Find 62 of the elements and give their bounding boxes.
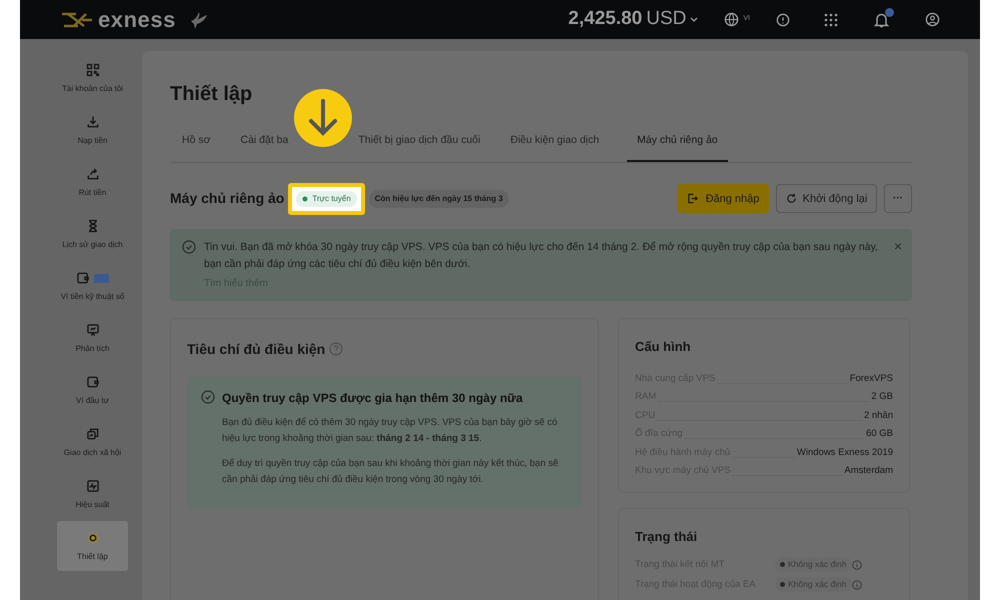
- tab[interactable]: Máy chủ riêng ảo: [627, 133, 728, 162]
- sidebar-item[interactable]: Thiết lập: [57, 521, 128, 571]
- validity-badge: Còn hiệu lực đến ngày 15 tháng 3: [368, 190, 509, 208]
- spec-value: Windows Exness 2019: [796, 446, 893, 460]
- spec-value: ForexVPS: [850, 372, 893, 386]
- notice-paragraph: Để duy trì quyền truy cập của bạn sau khi khoảng thời gian này kết thúc, bạn sẽ cần phải đáp ứng tiêu chí đủ điều kiện trong vòng 30 ngày tới.: [222, 456, 560, 487]
- sidebar-item[interactable]: Lịch sử giao dịch: [57, 209, 128, 259]
- check-circle-icon: [182, 240, 196, 254]
- bell-icon[interactable]: [874, 12, 889, 28]
- status-dot-icon: [780, 582, 785, 588]
- chart-icon: [86, 479, 100, 493]
- globe-icon[interactable]: [724, 12, 740, 27]
- spec-value: 2 nhân: [864, 408, 893, 422]
- copy-icon: [86, 427, 100, 441]
- wallet-icon: [86, 375, 100, 389]
- login-button[interactable]: Đăng nhập: [677, 184, 769, 214]
- download-icon: [86, 115, 100, 129]
- notice-paragraph: Bạn đủ điều kiện để có thêm 30 ngày truy cập VPS. VPS của bạn bây giờ sẽ có hiệu lực trong khoảng thời gian sau: tháng 2 14 - tháng 3 15.: [222, 416, 558, 446]
- restart-icon: [786, 193, 797, 204]
- chart-screen-icon: [86, 323, 100, 337]
- spec-value: Amsterdam: [844, 464, 893, 478]
- sidebar-item[interactable]: Tài khoản của tôi: [57, 53, 128, 103]
- sidebar-item[interactable]: Ví tiền kỹ thuật số: [57, 261, 128, 311]
- online-dot-icon: [302, 196, 308, 202]
- card-title: Trạng thái: [635, 528, 698, 546]
- banner-message: Tin vui. Bạn đã mở khóa 30 ngày truy cập VPS. VPS của bạn có hiệu lực cho đến 14 tháng 2. Để mở rộng quyền truy cập của bạn sau ngày này, bạn cần phải đáp ứng các tiêu chí đủ điều kiện bên dưới.: [204, 240, 879, 272]
- settings-icon: [86, 531, 100, 545]
- down-arrow-circle-icon: [294, 89, 352, 147]
- card-title: Cấu hình: [635, 338, 692, 356]
- sidebar-item[interactable]: Rút tiền: [57, 157, 128, 207]
- status-dot-icon: [780, 562, 785, 568]
- qr-code-icon: [86, 63, 100, 77]
- sidebar-item[interactable]: Ví đầu tư: [57, 365, 128, 415]
- balance-amount: 2,425.80: [568, 7, 642, 32]
- restart-button[interactable]: Khởi động lại: [776, 184, 877, 214]
- brand-logo[interactable]: exness: [98, 3, 176, 36]
- sidebar-item[interactable]: Phân tích: [57, 313, 128, 363]
- tab[interactable]: Điều kiện giao dịch: [508, 133, 602, 162]
- login-icon: [686, 193, 698, 204]
- currency-label: USD: [646, 7, 686, 32]
- spec-value: 2 GB: [871, 390, 893, 404]
- spec-value: 60 GB: [866, 427, 893, 441]
- sidebar-item[interactable]: Nạp tiền: [57, 105, 128, 155]
- page-title: Thiết lập: [170, 82, 254, 107]
- sidebar-item[interactable]: Hiệu suất: [57, 469, 128, 519]
- logo-mark-icon: [60, 12, 94, 28]
- profile-icon[interactable]: [925, 12, 940, 27]
- upload-icon: [86, 167, 100, 181]
- card-title: Tiêu chí đủ điều kiện: [187, 340, 326, 359]
- status-badge: Trực tuyến: [296, 190, 357, 207]
- tab[interactable]: Hồ sơ: [180, 133, 212, 162]
- check-circle-icon: [201, 390, 215, 404]
- caret-icon[interactable]: [690, 16, 698, 22]
- section-title: Máy chủ riêng ảo: [170, 189, 284, 208]
- more-button[interactable]: ···: [884, 184, 912, 214]
- close-button[interactable]: ×: [894, 238, 902, 253]
- notice-title: Quyền truy cập VPS được gia hạn thêm 30 ngày nữa: [222, 390, 524, 407]
- tab[interactable]: Thiết bị giao dịch đầu cuối: [356, 133, 482, 162]
- wallet-icon: [76, 271, 90, 285]
- apps-grid-icon[interactable]: [824, 12, 838, 26]
- sidebar-item[interactable]: Giao dịch xã hội: [57, 417, 128, 467]
- tab[interactable]: Cài đặt ba: [238, 133, 290, 162]
